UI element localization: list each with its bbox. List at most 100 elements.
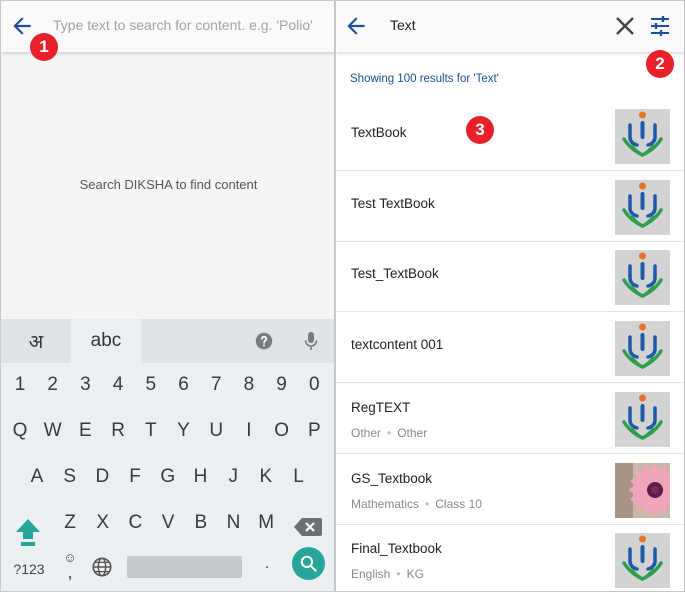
key-z[interactable]: Z (55, 503, 85, 543)
empty-state-message: Search DIKSHA to find content (79, 177, 258, 192)
key-a[interactable]: A (22, 457, 52, 497)
key-v[interactable]: V (153, 503, 183, 543)
key-3[interactable]: 3 (70, 365, 100, 405)
filter-sliders-icon[interactable] (649, 15, 671, 37)
keyboard-row-asdf: ASDFGHJKL (1, 457, 334, 497)
diksha-logo-icon (615, 250, 670, 306)
key-n[interactable]: N (219, 503, 249, 543)
key-x[interactable]: X (88, 503, 118, 543)
key-1[interactable]: 1 (5, 365, 35, 405)
annotation-marker-3: 3 (466, 116, 494, 144)
result-title: Test_TextBook (351, 266, 439, 282)
annotation-marker-1: 1 (30, 33, 58, 61)
result-meta-tag: Other (351, 425, 382, 440)
symbols-key[interactable]: ?123 (7, 557, 51, 581)
result-meta-tag: Mathematics (351, 496, 420, 511)
key-5[interactable]: 5 (136, 365, 166, 405)
keyboard-number-row: 1234567890 (1, 365, 334, 405)
key-g[interactable]: G (153, 457, 183, 497)
on-screen-keyboard: अ abc 1234567890 QWERTYUIOP ASDFGHJKL ZX… (1, 319, 334, 591)
key-d[interactable]: D (87, 457, 117, 497)
search-screen-empty: Search DIKSHA to find content अ abc 1234… (0, 0, 335, 592)
result-meta: Other • Other (351, 426, 427, 440)
comma-label: , (67, 562, 73, 582)
key-f[interactable]: F (120, 457, 150, 497)
result-item[interactable]: GS_Textbook Mathematics • Class 10 (336, 455, 684, 525)
result-item[interactable]: Test_TextBook (336, 242, 684, 313)
shift-icon[interactable] (13, 515, 43, 549)
key-7[interactable]: 7 (201, 365, 231, 405)
period-key[interactable]: . (257, 555, 277, 579)
result-item[interactable]: textcontent 001 (336, 313, 684, 384)
result-item[interactable]: TextBook (336, 101, 684, 171)
keyboard-tab-hindi[interactable]: अ (1, 319, 71, 363)
key-o[interactable]: O (267, 411, 297, 451)
flower-photo-icon (615, 462, 681, 518)
diksha-logo-icon (615, 391, 670, 447)
result-title: TextBook (351, 125, 407, 140)
help-icon[interactable] (255, 332, 273, 350)
key-b[interactable]: B (186, 503, 216, 543)
key-2[interactable]: 2 (38, 365, 68, 405)
search-input[interactable] (53, 14, 323, 36)
search-query-text[interactable]: Text (390, 17, 416, 33)
result-title: GS_Textbook (351, 470, 433, 486)
key-c[interactable]: C (120, 503, 150, 543)
meta-separator: • (387, 425, 392, 440)
result-thumbnail (615, 109, 670, 164)
result-thumbnail (615, 250, 670, 306)
result-thumbnail (615, 179, 670, 235)
backspace-icon[interactable] (293, 516, 323, 538)
key-9[interactable]: 9 (267, 365, 297, 405)
result-item[interactable]: RegTEXT Other • Other (336, 384, 684, 454)
key-e[interactable]: E (70, 411, 100, 451)
results-toolbar: Text (336, 1, 684, 52)
annotation-marker-2: 2 (646, 50, 674, 78)
result-meta-tag: English (351, 567, 391, 582)
key-t[interactable]: T (136, 411, 166, 451)
result-thumbnail (615, 533, 670, 589)
back-arrow-icon[interactable] (9, 13, 35, 39)
results-summary: Showing 100 results for 'Text' (350, 73, 499, 85)
result-meta-tag: KG (406, 567, 424, 582)
key-w[interactable]: W (38, 411, 68, 451)
globe-icon[interactable] (91, 556, 113, 578)
emoji-comma-key[interactable]: ☺ , (59, 551, 81, 583)
key-4[interactable]: 4 (103, 365, 133, 405)
key-q[interactable]: Q (5, 411, 35, 451)
key-y[interactable]: Y (169, 411, 199, 451)
result-meta: Mathematics • Class 10 (351, 497, 482, 511)
key-i[interactable]: I (234, 411, 264, 451)
key-p[interactable]: P (299, 411, 329, 451)
key-m[interactable]: M (251, 503, 281, 543)
result-item[interactable]: Test TextBook (336, 172, 684, 242)
space-bar[interactable] (127, 556, 242, 578)
keyboard-search-button[interactable] (292, 547, 325, 580)
result-meta: English • KG (351, 567, 424, 581)
key-0[interactable]: 0 (299, 365, 329, 405)
result-thumbnail (615, 462, 681, 518)
key-k[interactable]: K (251, 457, 281, 497)
back-arrow-icon[interactable] (343, 13, 369, 39)
result-item[interactable]: Final_Textbook English • KG (336, 525, 684, 591)
result-title: Test TextBook (351, 195, 435, 211)
search-icon (300, 555, 317, 572)
key-u[interactable]: U (201, 411, 231, 451)
key-6[interactable]: 6 (169, 365, 199, 405)
mic-icon[interactable] (303, 331, 319, 351)
diksha-logo-icon (615, 321, 670, 377)
result-meta-tag: Other (397, 425, 428, 440)
search-results-screen: Text Showing 100 results for 'Text' Text… (335, 0, 685, 592)
key-s[interactable]: S (55, 457, 85, 497)
key-l[interactable]: L (284, 457, 314, 497)
key-j[interactable]: J (218, 457, 248, 497)
key-h[interactable]: H (186, 457, 216, 497)
key-8[interactable]: 8 (234, 365, 264, 405)
result-title: RegTEXT (351, 399, 411, 415)
diksha-logo-icon (615, 179, 670, 235)
keyboard-tab-abc[interactable]: abc (71, 319, 141, 363)
close-icon[interactable] (614, 15, 636, 37)
result-meta-tag: Class 10 (435, 496, 482, 511)
diksha-logo-icon (615, 109, 670, 164)
key-r[interactable]: R (103, 411, 133, 451)
